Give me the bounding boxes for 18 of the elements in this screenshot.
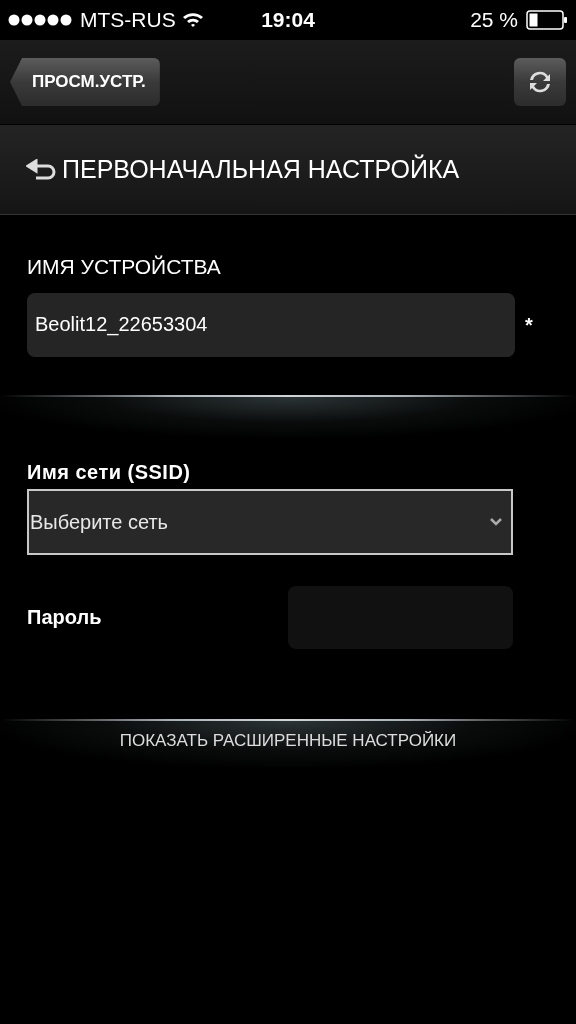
carrier-name: MTS-RUS [80,7,176,34]
wifi-icon [181,12,204,28]
signal-icon [8,14,74,26]
required-mark: * [525,312,533,338]
battery-icon [526,10,568,30]
return-arrow-icon [26,158,58,181]
device-name-field[interactable]: Beolit12_22653304 [27,292,515,357]
field-label: Имя сети (SSID) [27,459,192,485]
section-title: ПЕРВОНАЧАЛЬНАЯ НАСТРОЙКА [62,153,460,185]
advanced-settings-link[interactable]: ПОКАЗАТЬ РАСШИРЕННЫЕ НАСТРОЙКИ [119,727,457,753]
back-button[interactable]: ПРОСМ.УСТР. [10,58,160,106]
field-label: ИМЯ УСТРОЙСТВА [27,254,222,280]
field-label: Пароль [27,605,102,630]
refresh-button[interactable] [514,58,566,106]
clock: 19:04 [261,7,315,34]
battery-percent: 25 % [470,7,518,34]
network-select[interactable]: Выберите сеть [27,488,513,555]
chevron-down-icon [489,516,503,527]
